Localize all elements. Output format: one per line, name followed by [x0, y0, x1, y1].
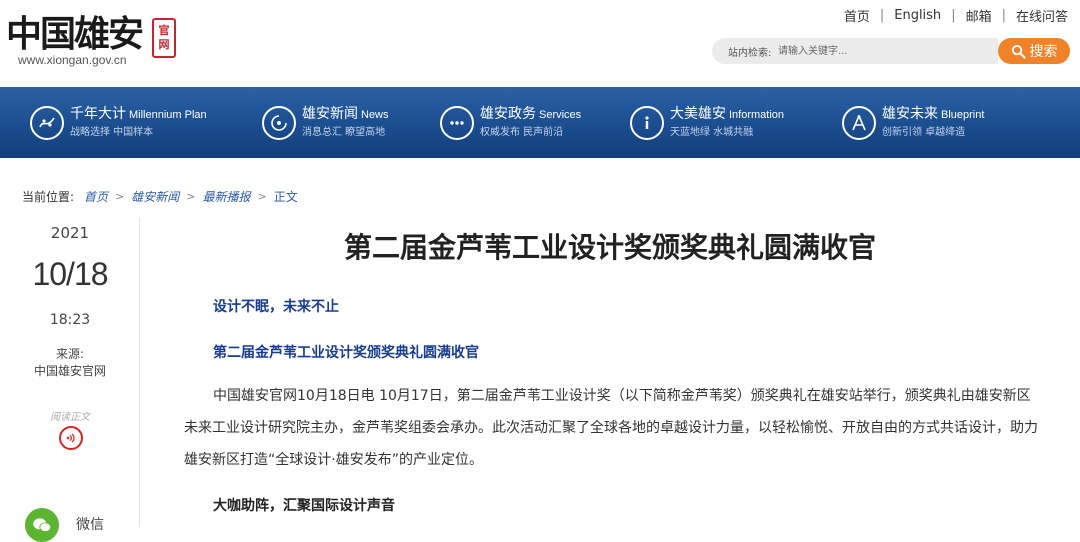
chevron-right-icon: > [257, 190, 267, 203]
search-input[interactable] [778, 42, 978, 60]
share-wechat-label[interactable]: 微信 [76, 514, 104, 534]
services-icon [440, 105, 474, 140]
main-nav: 千年大计 Millennium Plan 战略选择 中国样本 雄安新闻 News 消… [0, 87, 1080, 158]
article-subheading: 设计不眠，未来不止 [213, 299, 339, 315]
chevron-right-icon: > [115, 190, 125, 203]
wechat-icon[interactable] [25, 508, 59, 542]
nav-subtitle: 消息总汇 瞭望高地 [302, 127, 386, 138]
nav-subtitle: 创新引领 卓越绛造 [882, 127, 966, 138]
nav-label-en: Information [729, 109, 785, 121]
site-logo[interactable]: 中国雄安 官网 www.xiongan.gov.cn [6, 12, 176, 68]
breadcrumb: 当前位置: 首页 > 雄安新闻 > 最新播报 > 正文 [22, 188, 298, 205]
nav-label-en: News [361, 109, 389, 121]
info-icon [630, 105, 664, 140]
top-link-mail[interactable]: 邮箱 [956, 6, 1002, 25]
publish-time: 18:23 [49, 312, 91, 328]
top-link-qa[interactable]: 在线问答 [1006, 6, 1068, 25]
article-title: 第二届金芦苇工业设计奖颁奖典礼圆满收官 [343, 231, 876, 264]
nav-label-en: Millennium Plan [129, 109, 207, 121]
breadcrumb-current: 正文 [273, 190, 298, 204]
logo-url: www.xiongan.gov.cn [18, 53, 127, 67]
nav-subtitle: 权威发布 民声前沿 [480, 127, 564, 138]
publish-date: 10/18 [32, 256, 108, 292]
nav-label-cn: 千年大计 [70, 106, 126, 122]
millennium-icon [30, 105, 64, 140]
nav-subtitle: 战略选择 中国样本 [70, 127, 154, 138]
news-icon [262, 105, 296, 140]
search-button-label: 搜索 [1029, 44, 1058, 60]
nav-item-services[interactable]: 雄安政务 Services 权威发布 民声前沿 [440, 87, 581, 158]
search-label: 站内检索: [728, 48, 772, 59]
nav-label-en: Blueprint [941, 109, 985, 121]
nav-subtitle: 天蓝地绿 水城共融 [670, 127, 754, 138]
article-meta: 2021 10/18 18:23 来源: 中国雄安官网 阅读正文 微信 [0, 218, 140, 542]
breadcrumb-item-latest[interactable]: 最新播报 [203, 188, 251, 205]
nav-item-news[interactable]: 雄安新闻 News 消息总汇 瞭望高地 [262, 87, 389, 158]
article-subheading: 第二届金芦苇工业设计奖颁奖典礼圆满收官 [213, 345, 479, 361]
top-link-english[interactable]: English [884, 8, 951, 23]
nav-label-cn: 雄安政务 [480, 106, 536, 122]
search-icon [1011, 44, 1026, 59]
nav-item-millennium-plan[interactable]: 千年大计 Millennium Plan 战略选择 中国样本 [30, 87, 207, 158]
logo-seal: 官网 [152, 18, 176, 58]
source-label: 来源: [55, 347, 85, 361]
nav-label-cn: 大美雄安 [670, 106, 726, 122]
article-paragraph: 中国雄安官网10月18日电 10月17日，第二届金芦苇工业设计奖（以下简称金芦苇… [184, 388, 1038, 468]
logo-text: 中国雄安 [6, 13, 144, 55]
breadcrumb-item-home[interactable]: 首页 [84, 188, 108, 205]
nav-item-blueprint[interactable]: 雄安未来 Blueprint 创新引领 卓越绛造 [842, 87, 984, 158]
top-links: 首页 | English | 邮箱 | 在线问答 [834, 6, 1068, 25]
source-value: 中国雄安官网 [33, 364, 106, 378]
chevron-right-icon: > [186, 190, 196, 203]
publish-year: 2021 [50, 224, 90, 242]
top-link-home[interactable]: 首页 [834, 6, 880, 25]
search-button[interactable]: 搜索 [998, 38, 1070, 64]
breadcrumb-item-news[interactable]: 雄安新闻 [131, 188, 179, 205]
audio-play-icon[interactable] [59, 426, 83, 450]
nav-label-cn: 雄安新闻 [302, 106, 358, 122]
blueprint-icon [842, 105, 876, 140]
article-section-heading: 大咖助阵，汇聚国际设计声音 [213, 498, 395, 514]
nav-item-information[interactable]: 大美雄安 Information 天蓝地绿 水城共融 [630, 87, 784, 158]
breadcrumb-label: 当前位置: [22, 190, 75, 204]
nav-label-en: Services [539, 109, 582, 121]
site-header: 中国雄安 官网 www.xiongan.gov.cn 首页 | English … [0, 0, 1080, 87]
search-box: 站内检索: [712, 38, 998, 64]
nav-label-cn: 雄安未来 [882, 106, 938, 122]
read-aloud-label: 阅读正文 [50, 412, 90, 423]
